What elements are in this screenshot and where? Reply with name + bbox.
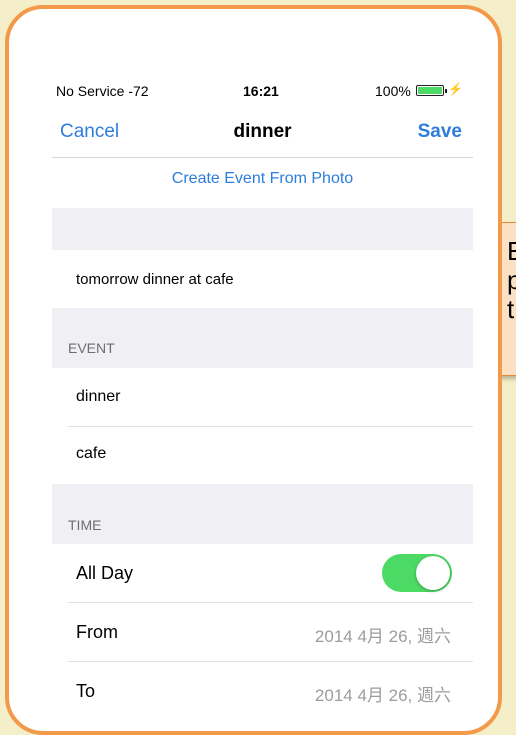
event-title-row[interactable]: dinner [52,368,473,426]
all-day-label: All Day [76,563,134,583]
all-day-toggle[interactable] [382,554,452,592]
nav-title: dinner [233,121,292,142]
save-button[interactable]: Save [418,121,462,143]
from-date-value: 2014 4月 26, 週六 [314,627,451,646]
status-bar: No Service -72 16:21 100% ⚡ [52,80,473,102]
section-spacer [52,208,473,250]
event-location-row[interactable]: cafe [52,427,473,484]
from-row[interactable]: From 2014 4月 26, 週六 [52,603,473,661]
callout-text: E p t [507,236,516,324]
battery-percent: 100% [375,83,411,99]
event-location: cafe [76,445,107,462]
event-title: dinner [76,388,121,405]
carrier-label: No Service -72 [56,83,149,99]
phone-card: No Service -72 16:21 100% ⚡ Cancel dinne… [5,5,502,735]
time-section-label: TIME [68,517,102,533]
time-section-header: TIME [52,484,473,544]
toggle-knob [416,556,450,590]
input-text-row[interactable]: tomorrow dinner at cafe [52,250,473,308]
input-text: tomorrow dinner at cafe [76,271,234,288]
from-label: From [76,622,118,642]
phone-screen: No Service -72 16:21 100% ⚡ Cancel dinne… [52,80,473,720]
battery-icon [416,85,447,96]
to-row[interactable]: To 2014 4月 26, 週六 [52,662,473,720]
clock: 16:21 [243,83,279,99]
create-event-from-photo-link[interactable]: Create Event From Photo [52,170,473,188]
to-label: To [76,681,96,701]
to-date-value: 2014 4月 26, 週六 [314,686,451,705]
all-day-row: All Day [52,544,473,602]
nav-bar: Cancel dinner Save [52,102,473,158]
event-section-header: EVENT [52,308,473,368]
charging-bolt-icon: ⚡ [448,82,463,96]
event-section-label: EVENT [68,340,115,356]
